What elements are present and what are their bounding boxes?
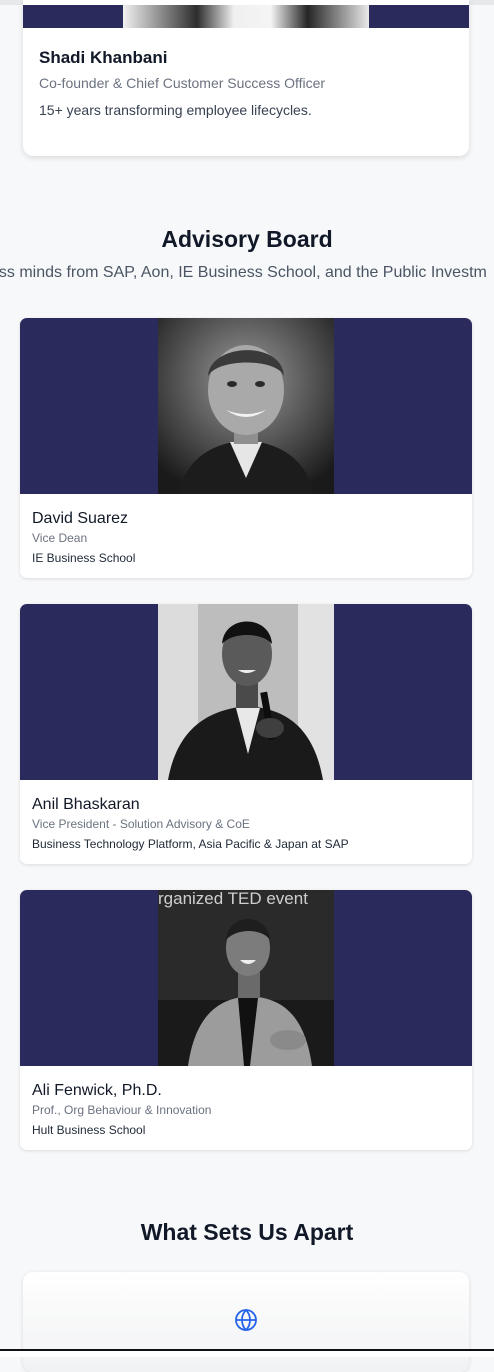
advisor-photo-banner: rganized TED event: [20, 890, 472, 1066]
advisor-title: Vice President - Solution Advisory & CoE: [32, 817, 250, 831]
advisor-photo-banner: [20, 318, 472, 494]
advisory-board-subtitle: ass minds from SAP, Aon, IE Business Sch…: [0, 264, 487, 281]
founder-description: 15+ years transforming employee lifecycl…: [39, 102, 312, 118]
globe-icon: [234, 1308, 258, 1337]
advisor-photo: rganized TED event: [158, 890, 334, 1066]
advisor-photo: [158, 604, 334, 780]
founder-photo: [123, 5, 369, 28]
advisor-name: Anil Bhaskaran: [32, 796, 140, 813]
advisor-card[interactable]: David Suarez Vice Dean IE Business Schoo…: [20, 318, 472, 578]
advisor-photo: [158, 318, 334, 494]
advisor-organization: Business Technology Platform, Asia Pacif…: [32, 837, 349, 851]
photo-caption: rganized TED event: [158, 890, 308, 908]
bottom-edge: [0, 1349, 494, 1357]
advisor-name: David Suarez: [32, 510, 129, 527]
advisor-photo-banner: [20, 604, 472, 780]
founder-name: Shadi Khanbani: [39, 48, 168, 67]
advisor-organization: Hult Business School: [32, 1123, 146, 1137]
what-sets-us-apart-heading: What Sets Us Apart: [140, 1219, 354, 1245]
advisor-card[interactable]: Anil Bhaskaran Vice President - Solution…: [20, 604, 472, 864]
advisor-name: Ali Fenwick, Ph.D.: [32, 1082, 162, 1099]
advisor-card[interactable]: rganized TED event Ali Fenwick, Ph.D. Pr…: [20, 890, 472, 1150]
founder-photo-banner: [23, 5, 469, 28]
advisory-board-heading: Advisory Board: [161, 226, 333, 252]
founder-card: Shadi Khanbani Co-founder & Chief Custom…: [23, 0, 469, 156]
advisor-title: Prof., Org Behaviour & Innovation: [32, 1103, 212, 1117]
advisor-organization: IE Business School: [32, 551, 136, 565]
advisor-title: Vice Dean: [32, 531, 88, 545]
feature-card: [23, 1272, 469, 1372]
founder-role: Co-founder & Chief Customer Success Offi…: [39, 75, 326, 91]
